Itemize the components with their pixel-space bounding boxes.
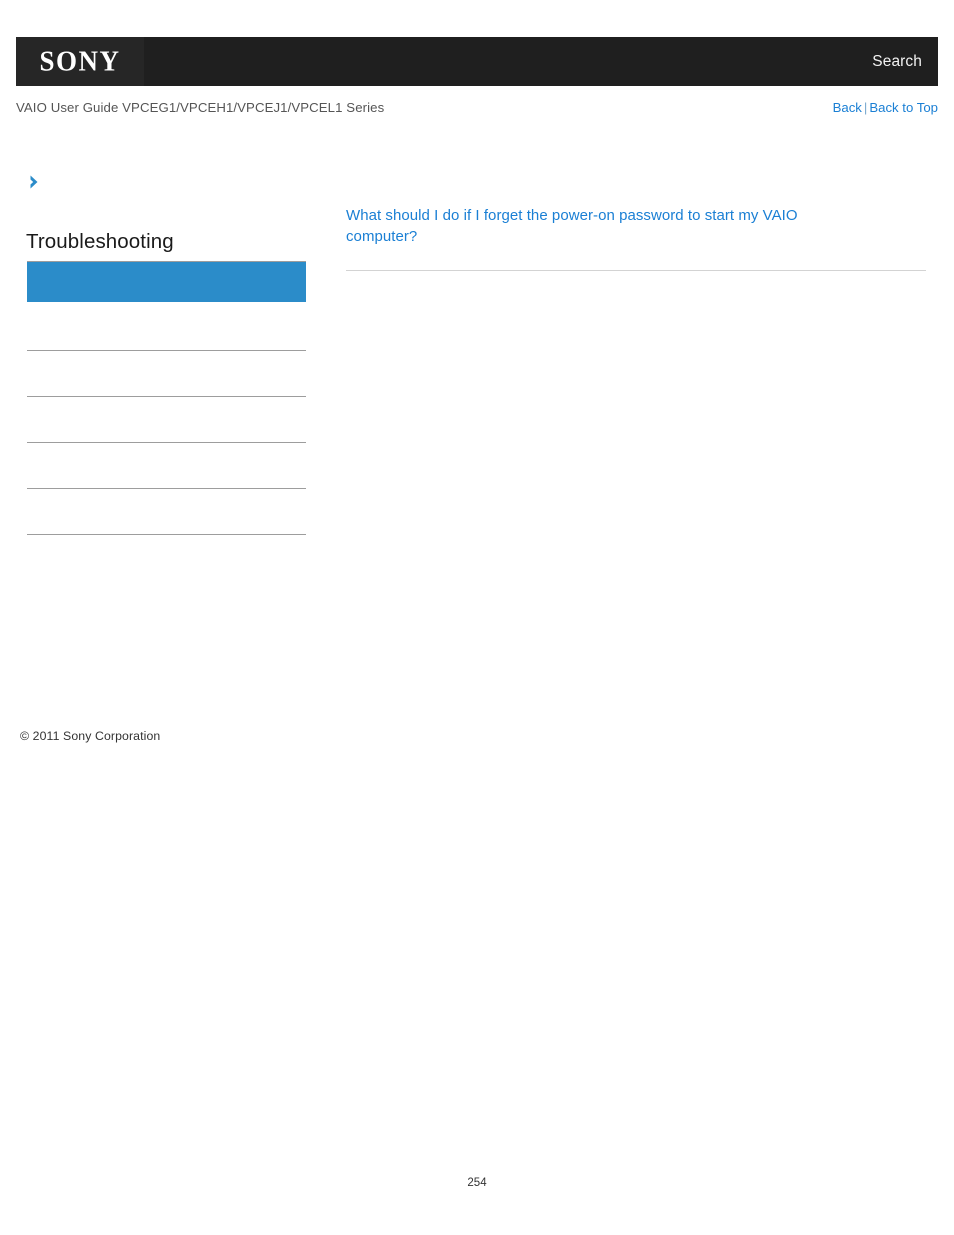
sidebar-heading: Troubleshooting [26,230,174,253]
header-nav-links: Back | Back to Top [833,100,938,115]
back-to-top-link[interactable]: Back to Top [869,100,938,115]
content-divider [346,270,926,271]
sidebar-item-label [27,443,306,459]
sidebar-item-label [27,489,306,505]
sidebar-item-3[interactable] [27,442,306,488]
sidebar-item-1[interactable] [27,350,306,396]
sidebar-item-active[interactable] [27,261,306,302]
sidebar-item-label [27,397,306,413]
article-link[interactable]: What should I do if I forget the power-o… [346,206,851,247]
sony-logo-block[interactable]: SONY [16,37,144,86]
site-header: SONY Search [16,37,938,86]
subheader: VAIO User Guide VPCEG1/VPCEH1/VPCEJ1/VPC… [16,100,938,122]
back-link[interactable]: Back [833,100,862,115]
main-content: What should I do if I forget the power-o… [346,206,926,271]
search-button[interactable]: Search [872,37,922,86]
page-title: VAIO User Guide VPCEG1/VPCEH1/VPCEJ1/VPC… [16,100,385,115]
sidebar-item-2[interactable] [27,396,306,442]
sidebar-item-4[interactable] [27,488,306,534]
page-number: 254 [467,1177,487,1189]
sidebar-item-label [27,262,306,282]
copyright-notice: © 2011 Sony Corporation [20,729,161,743]
sony-logo: SONY [39,45,121,77]
chevron-right-icon[interactable] [27,174,43,190]
sidebar-item-label [27,351,306,367]
sidebar-item-label [27,535,306,551]
sidebar-item-5[interactable] [27,534,306,580]
